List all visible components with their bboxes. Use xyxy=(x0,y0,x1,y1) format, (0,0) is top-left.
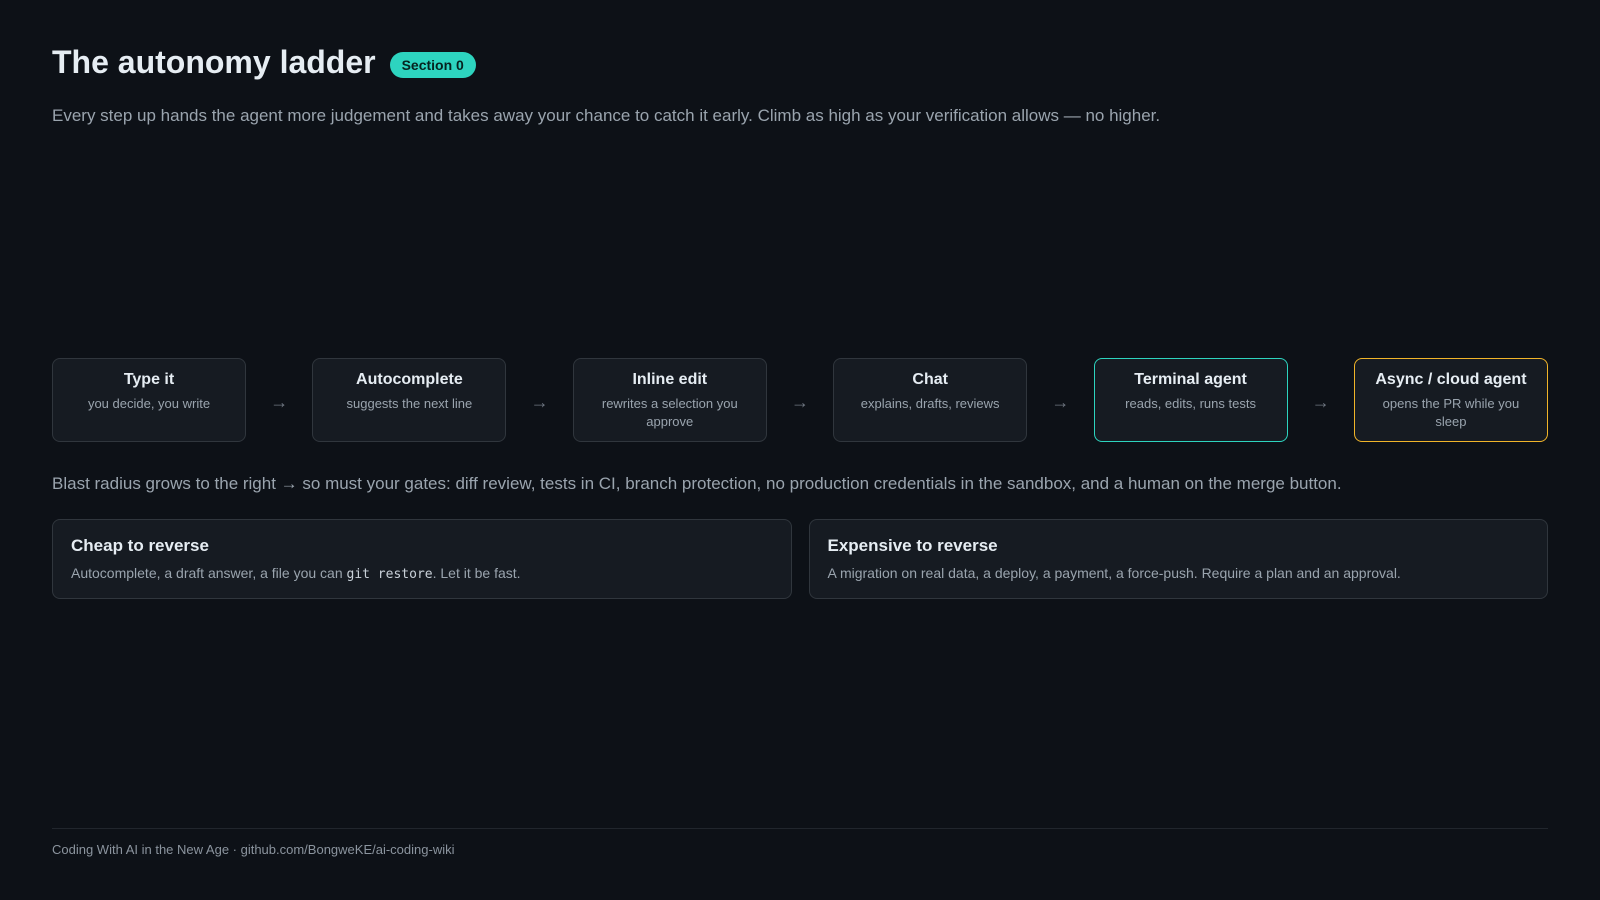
step-autocomplete: Autocomplete suggests the next line xyxy=(312,358,507,442)
step-title: Type it xyxy=(123,371,175,388)
step-terminal-agent: Terminal agent reads, edits, runs tests xyxy=(1093,358,1288,442)
section-badge: Section 0 xyxy=(389,51,476,78)
card-title: Expensive to reverse xyxy=(827,536,998,555)
step-desc: you decide, you write xyxy=(87,396,211,411)
step-title: Autocomplete xyxy=(356,371,463,388)
card-desc: Autocomplete, a draft answer, a file you… xyxy=(71,565,773,582)
card-desc-text: Autocomplete, a draft answer, a file you… xyxy=(71,565,347,581)
step-title: Chat xyxy=(912,371,948,388)
arrow-right-icon: → xyxy=(790,391,809,412)
header: The autonomy ladder Section 0 xyxy=(52,44,476,81)
step-async-cloud-agent: Async / cloud agent opens the PR while y… xyxy=(1353,358,1548,442)
page-title: The autonomy ladder xyxy=(52,44,376,80)
slide: The autonomy ladder Section 0 Every step… xyxy=(0,0,1600,900)
reversibility-cards: Cheap to reverse Autocomplete, a draft a… xyxy=(52,519,1548,599)
step-chat: Chat explains, drafts, reviews xyxy=(833,358,1028,442)
card-expensive-to-reverse: Expensive to reverse A migration on real… xyxy=(808,519,1548,599)
step-desc: opens the PR while you sleep xyxy=(1382,396,1520,429)
step-desc: suggests the next line xyxy=(346,396,473,411)
footer: Coding With AI in the New Age · github.c… xyxy=(52,842,455,857)
card-desc: A migration on real data, a deploy, a pa… xyxy=(827,565,1401,581)
inline-code: git restore xyxy=(346,567,433,582)
card-desc-text: . Let it be fast. xyxy=(432,565,521,581)
step-desc: reads, edits, runs tests xyxy=(1125,396,1256,411)
card-title: Cheap to reverse xyxy=(71,536,209,555)
step-title: Async / cloud agent xyxy=(1375,371,1527,388)
step-desc: explains, drafts, reviews xyxy=(860,396,1000,411)
arrow-right-icon: → xyxy=(1311,391,1330,412)
step-title: Terminal agent xyxy=(1134,371,1247,388)
arrow-right-icon: → xyxy=(530,391,549,412)
step-title: Inline edit xyxy=(632,371,708,388)
arrow-right-icon: → xyxy=(1051,391,1070,412)
autonomy-ladder: Type it you decide, you write → Autocomp… xyxy=(52,358,1548,442)
step-desc: rewrites a selection you approve xyxy=(601,396,738,429)
footer-divider xyxy=(52,828,1548,829)
card-cheap-to-reverse: Cheap to reverse Autocomplete, a draft a… xyxy=(52,519,792,599)
arrow-right-icon: → xyxy=(270,391,289,412)
step-inline-edit: Inline edit rewrites a selection you app… xyxy=(572,358,767,442)
blast-radius-note: Blast radius grows to the right → so mus… xyxy=(52,474,1342,493)
subtitle: Every step up hands the agent more judge… xyxy=(52,106,1161,125)
step-type-it: Type it you decide, you write xyxy=(52,358,246,442)
